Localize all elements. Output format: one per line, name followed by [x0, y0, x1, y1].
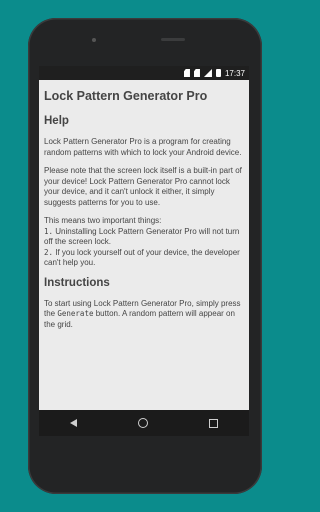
help-content: Lock Pattern Generator Pro Help Lock Pat…: [39, 80, 249, 330]
list-text: Uninstalling Lock Pattern Generator Pro …: [44, 226, 240, 247]
list-item: 2. If you lock yourself out of your devi…: [44, 248, 244, 269]
navigation-bar: [39, 410, 249, 436]
list-number: 1.: [44, 226, 54, 236]
back-icon[interactable]: [69, 419, 77, 427]
list-item: 1. Uninstalling Lock Pattern Generator P…: [44, 227, 244, 248]
front-camera: [92, 38, 96, 42]
page-title: Lock Pattern Generator Pro: [44, 89, 208, 103]
help-paragraph-1: Lock Pattern Generator Pro is a program …: [44, 137, 242, 157]
help-heading: Help: [44, 115, 69, 127]
list-text: If you lock yourself out of your device,…: [44, 247, 240, 268]
help-paragraph-2: Please note that the screen lock itself …: [44, 166, 242, 207]
instructions-paragraph: To start using Lock Pattern Generator Pr…: [44, 299, 244, 331]
home-icon[interactable]: [137, 418, 148, 428]
battery-icon: [215, 69, 221, 77]
screen: 17:37 Lock Pattern Generator Pro Help Lo…: [39, 66, 249, 432]
instructions-heading: Instructions: [44, 276, 110, 289]
generate-keyword: Generate: [57, 309, 94, 318]
earpiece-speaker: [161, 38, 185, 41]
sim-icon: [183, 69, 190, 77]
status-bar: 17:37: [39, 66, 249, 80]
signal-icon: [203, 69, 212, 77]
list-number: 2.: [44, 247, 54, 257]
help-paragraph-3: This means two important things:: [44, 216, 162, 225]
status-time: 17:37: [224, 68, 245, 78]
sim2-icon: [193, 69, 200, 77]
recent-apps-icon[interactable]: [209, 418, 219, 428]
